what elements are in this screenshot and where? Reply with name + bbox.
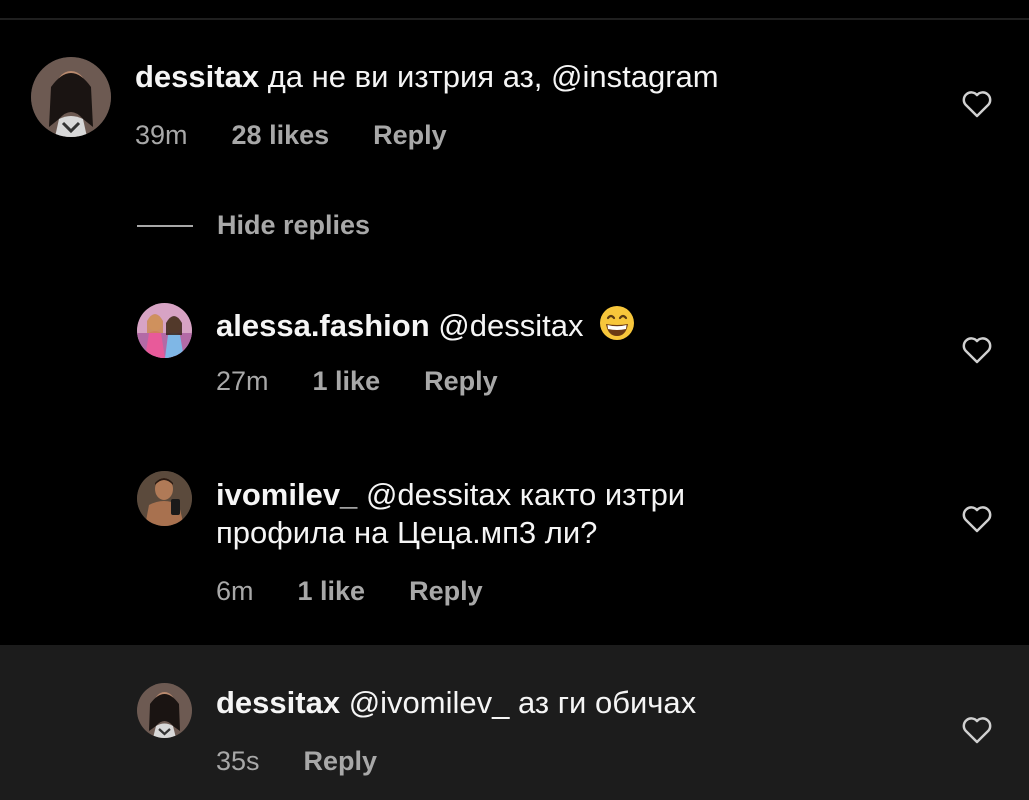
heart-outline-icon[interactable] xyxy=(960,334,994,364)
avatar[interactable] xyxy=(137,303,192,358)
likes-count[interactable]: 1 like xyxy=(298,576,366,607)
heart-outline-icon[interactable] xyxy=(960,503,994,533)
hide-replies-label: Hide replies xyxy=(217,210,371,240)
username[interactable]: ivomilev_ xyxy=(216,477,357,512)
avatar-alessa-image xyxy=(137,303,192,358)
reply-button[interactable]: Reply xyxy=(304,746,378,777)
avatar-dessitax-image xyxy=(137,683,192,738)
comment-text: да не ви изтрия аз, @instagram xyxy=(267,59,719,94)
timestamp: 35s xyxy=(216,746,260,776)
timestamp: 39m xyxy=(135,120,188,150)
avatar[interactable] xyxy=(137,683,192,738)
reply-button[interactable]: Reply xyxy=(409,576,483,607)
username[interactable]: dessitax xyxy=(135,59,259,94)
comment-text-line-2: профила на Цеца.мп3 ли? xyxy=(216,515,598,550)
heart-outline-icon[interactable] xyxy=(960,714,994,744)
comment-text: @ivomilev_ аз ги обичах xyxy=(348,685,697,720)
grinning-face-emoji xyxy=(598,304,636,342)
avatar-ivomilev-image xyxy=(137,471,192,526)
comment-text: @dessitax xyxy=(438,308,584,343)
avatar-dessitax-image xyxy=(31,57,111,137)
timestamp: 27m xyxy=(216,366,269,396)
avatar[interactable] xyxy=(31,57,111,137)
comment-text-line-1: @dessitax както изтри xyxy=(365,477,686,512)
likes-count[interactable]: 1 like xyxy=(313,366,381,397)
reply-button[interactable]: Reply xyxy=(424,366,498,397)
top-divider xyxy=(0,18,1029,20)
hide-replies-button[interactable]: Hide replies xyxy=(137,210,370,241)
hide-replies-line xyxy=(137,224,193,227)
likes-count[interactable]: 28 likes xyxy=(232,120,330,151)
username[interactable]: alessa.fashion xyxy=(216,308,430,343)
heart-outline-icon[interactable] xyxy=(960,88,994,118)
reply-button[interactable]: Reply xyxy=(373,120,447,151)
username[interactable]: dessitax xyxy=(216,685,340,720)
avatar[interactable] xyxy=(137,471,192,526)
timestamp: 6m xyxy=(216,576,254,606)
